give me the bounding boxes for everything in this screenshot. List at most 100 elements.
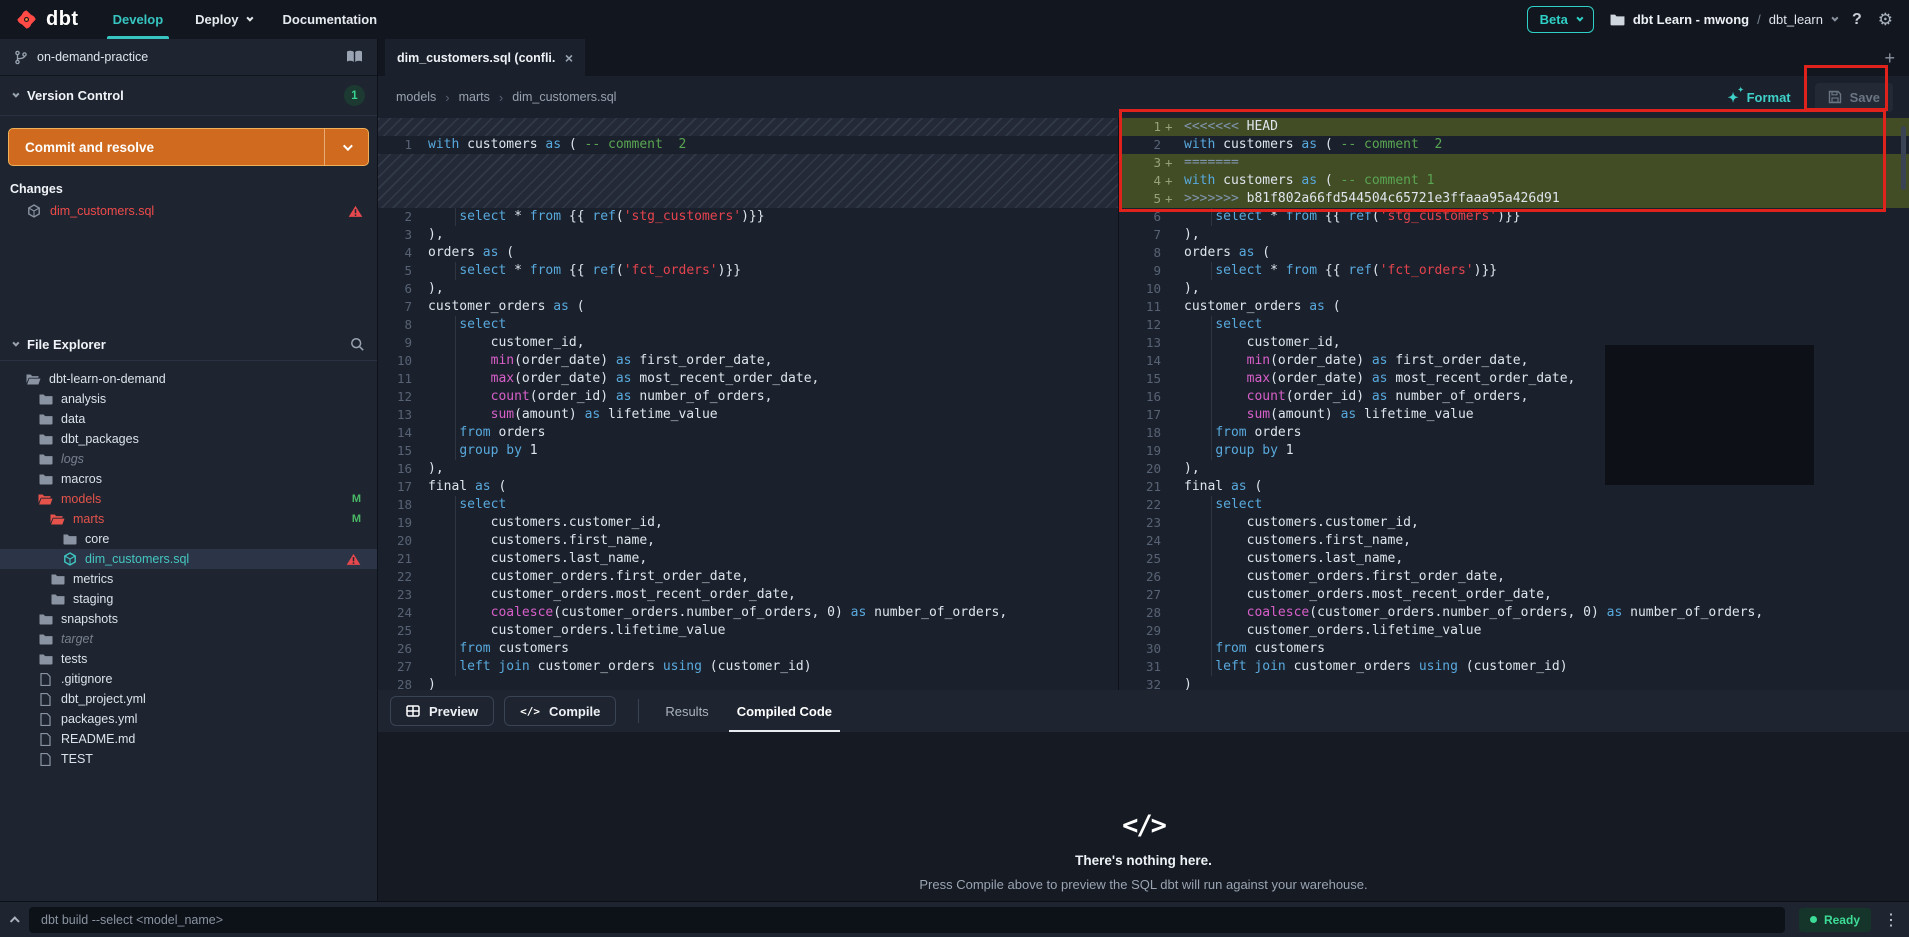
search-icon[interactable] (350, 337, 365, 352)
new-tab-plus-icon[interactable]: + (1884, 49, 1895, 67)
tree-item-dbt-packages[interactable]: dbt_packages (0, 429, 377, 449)
code-line[interactable]: 3+======= (1119, 154, 1909, 172)
tree-item-readme-md[interactable]: README.md (0, 729, 377, 749)
code-line[interactable]: 11 max(order_date) as most_recent_order_… (378, 370, 1118, 388)
tree-item-staging[interactable]: staging (0, 589, 377, 609)
code-line[interactable]: 18 select (378, 496, 1118, 514)
tab-dim-customers[interactable]: dim_customers.sql (confli... × (385, 39, 585, 76)
code-line[interactable]: 7 ), (1119, 226, 1909, 244)
nav-item-deploy[interactable]: Deploy (179, 0, 266, 39)
code-line[interactable]: 23 customer_orders.most_recent_order_dat… (378, 586, 1118, 604)
code-line[interactable]: 9 select * from {{ ref('fct_orders')}} (1119, 262, 1909, 280)
code-line[interactable]: 1with customers as ( -- comment 2 (378, 136, 1118, 154)
code-line[interactable]: 9 customer_id, (378, 334, 1118, 352)
code-line[interactable]: 22 select (1119, 496, 1909, 514)
code-line[interactable]: 14 from orders (378, 424, 1118, 442)
code-line[interactable]: 25 customers.last_name, (1119, 550, 1909, 568)
code-line[interactable]: 2 with customers as ( -- comment 2 (1119, 136, 1909, 154)
code-line[interactable]: 2 select * from {{ ref('stg_customers')}… (378, 208, 1118, 226)
tree-item--gitignore[interactable]: .gitignore (0, 669, 377, 689)
code-line[interactable]: 5+>>>>>>> b81f802a66fd544504c65721e3ffaa… (1119, 190, 1909, 208)
save-button[interactable]: Save (1815, 83, 1893, 112)
code-line[interactable]: 11 customer_orders as ( (1119, 298, 1909, 316)
code-line[interactable]: 31 left join customer_orders using (cust… (1119, 658, 1909, 676)
code-line[interactable]: 26 customer_orders.first_order_date, (1119, 568, 1909, 586)
code-line[interactable]: 8 orders as ( (1119, 244, 1909, 262)
dbt-logo[interactable]: dbt (0, 0, 97, 39)
close-icon[interactable]: × (565, 50, 573, 66)
tree-item-logs[interactable]: logs (0, 449, 377, 469)
tree-item-macros[interactable]: macros (0, 469, 377, 489)
kebab-menu-icon[interactable]: ⋮ (1883, 910, 1899, 930)
file-explorer-header[interactable]: File Explorer (0, 329, 377, 361)
tree-item-models[interactable]: modelsM (0, 489, 377, 509)
tree-item-packages-yml[interactable]: packages.yml (0, 709, 377, 729)
code-line[interactable]: 27 left join customer_orders using (cust… (378, 658, 1118, 676)
code-line[interactable]: 30 from customers (1119, 640, 1909, 658)
code-line[interactable]: 25 customer_orders.lifetime_value (378, 622, 1118, 640)
compile-button[interactable]: </> Compile (504, 696, 616, 726)
scrollbar-thumb[interactable] (1901, 126, 1906, 190)
nav-item-documentation[interactable]: Documentation (267, 0, 394, 39)
tree-item-snapshots[interactable]: snapshots (0, 609, 377, 629)
tree-item-metrics[interactable]: metrics (0, 569, 377, 589)
code-line[interactable]: 32 ) (1119, 676, 1909, 690)
code-line[interactable]: 23 customers.customer_id, (1119, 514, 1909, 532)
code-line[interactable]: 5 select * from {{ ref('fct_orders')}} (378, 262, 1118, 280)
code-line[interactable]: 4+with customers as ( -- comment 1 (1119, 172, 1909, 190)
commit-and-resolve-button[interactable]: Commit and resolve (8, 128, 369, 166)
panel-tab-compiled-code[interactable]: Compiled Code (723, 690, 846, 732)
code-line[interactable]: 10 min(order_date) as first_order_date, (378, 352, 1118, 370)
commit-options-split[interactable] (324, 129, 368, 165)
tree-item-analysis[interactable]: analysis (0, 389, 377, 409)
panel-tab-results[interactable]: Results (651, 690, 722, 732)
code-line[interactable]: 8 select (378, 316, 1118, 334)
code-line[interactable]: 24 coalesce(customer_orders.number_of_or… (378, 604, 1118, 622)
code-line[interactable]: 13 sum(amount) as lifetime_value (378, 406, 1118, 424)
nav-item-develop[interactable]: Develop (97, 0, 180, 39)
code-line[interactable]: 10 ), (1119, 280, 1909, 298)
status-badge[interactable]: Ready (1799, 908, 1871, 932)
code-line[interactable]: 1+<<<<<<< HEAD (1119, 118, 1909, 136)
tree-item-marts[interactable]: martsM (0, 509, 377, 529)
preview-button[interactable]: Preview (390, 696, 494, 726)
code-line[interactable]: 6), (378, 280, 1118, 298)
code-line[interactable]: 26 from customers (378, 640, 1118, 658)
tree-item-core[interactable]: core (0, 529, 377, 549)
changed-file-row[interactable]: dim_customers.sql (0, 199, 377, 223)
code-line[interactable]: 24 customers.first_name, (1119, 532, 1909, 550)
code-line[interactable]: 4orders as ( (378, 244, 1118, 262)
version-control-header[interactable]: Version Control 1 (0, 76, 377, 116)
code-line[interactable]: 12 count(order_id) as number_of_orders, (378, 388, 1118, 406)
git-branch-row[interactable]: on-demand-practice (0, 39, 377, 76)
code-line[interactable]: 15 group by 1 (378, 442, 1118, 460)
format-button[interactable]: ✦ Format (1722, 89, 1797, 106)
code-line[interactable]: 29 customer_orders.lifetime_value (1119, 622, 1909, 640)
chevron-up-icon[interactable] (12, 911, 19, 929)
tree-item-dbt-project-yml[interactable]: dbt_project.yml (0, 689, 377, 709)
code-line[interactable]: 19 customers.customer_id, (378, 514, 1118, 532)
code-line[interactable]: 3), (378, 226, 1118, 244)
command-input[interactable] (29, 907, 1785, 933)
code-line[interactable]: 27 customer_orders.most_recent_order_dat… (1119, 586, 1909, 604)
code-line[interactable]: 16), (378, 460, 1118, 478)
gear-icon[interactable]: ⚙ (1878, 11, 1893, 28)
code-line[interactable]: 7customer_orders as ( (378, 298, 1118, 316)
diff-pane-current[interactable]: 1with customers as ( -- comment 2 2 selec… (378, 118, 1119, 690)
tree-item-data[interactable]: data (0, 409, 377, 429)
tree-item-dim-customers-sql[interactable]: dim_customers.sql (0, 549, 377, 569)
tree-item-dbt-learn-on-demand[interactable]: dbt-learn-on-demand (0, 369, 377, 389)
code-line[interactable]: 12 select (1119, 316, 1909, 334)
code-line[interactable]: 22 customer_orders.first_order_date, (378, 568, 1118, 586)
docs-book-icon[interactable] (346, 50, 363, 64)
project-selector[interactable]: dbt Learn - mwong / dbt_learn (1610, 12, 1836, 27)
tree-item-target[interactable]: target (0, 629, 377, 649)
code-line[interactable]: 28 coalesce(customer_orders.number_of_or… (1119, 604, 1909, 622)
code-line[interactable]: 6 select * from {{ ref('stg_customers')}… (1119, 208, 1909, 226)
code-line[interactable]: 28) (378, 676, 1118, 690)
code-line[interactable]: 21 customers.last_name, (378, 550, 1118, 568)
code-line[interactable]: 20 customers.first_name, (378, 532, 1118, 550)
code-line[interactable]: 17final as ( (378, 478, 1118, 496)
help-icon[interactable]: ? (1852, 11, 1862, 29)
tree-item-tests[interactable]: tests (0, 649, 377, 669)
